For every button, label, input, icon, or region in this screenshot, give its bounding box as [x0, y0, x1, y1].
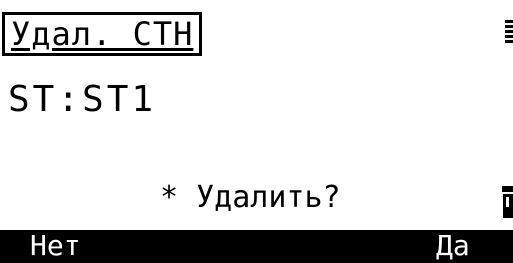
station-line: ST:ST1: [8, 79, 157, 120]
screen-title: Удал. СТН: [11, 15, 194, 53]
delete-prompt: * Удалить?: [160, 180, 341, 215]
softkey-yes-button[interactable]: Да: [436, 232, 470, 260]
input-mode-icon: [502, 186, 513, 218]
softkey-no-button[interactable]: Нет: [30, 232, 81, 260]
instrument-screen: Удал. СТН ST:ST1 * Удалить? Нет Да: [0, 0, 513, 263]
screen-title-box: Удал. СТН: [2, 12, 203, 56]
battery-icon: [505, 20, 513, 44]
softkey-bar: Нет Да: [0, 230, 513, 263]
